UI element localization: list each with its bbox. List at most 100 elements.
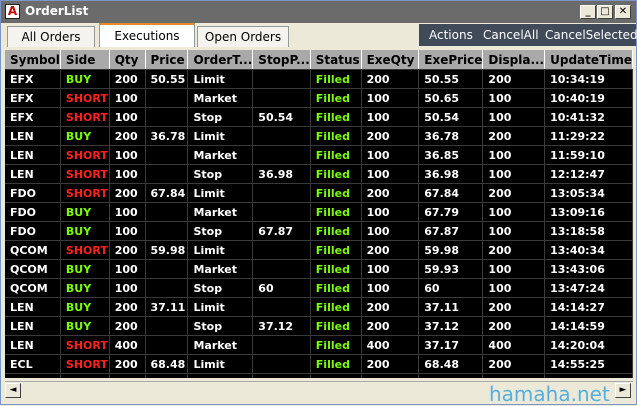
exe-price-cell: 37.12 xyxy=(418,316,484,336)
column-header[interactable]: UpdateTime xyxy=(544,50,633,70)
table-row[interactable]: EFX BUY 200 50.55 Limit Filled 200 50.55 200 10:3… xyxy=(5,69,633,89)
table-row[interactable]: LEN SHORT 100 Stop 36.98 Filled 100 36.98 100 12:… xyxy=(5,164,633,184)
stop-price-cell xyxy=(252,259,311,279)
tab-executions[interactable]: Executions xyxy=(99,23,195,47)
column-header[interactable]: ExePrice xyxy=(418,50,484,70)
tab-open-orders[interactable]: Open Orders xyxy=(197,26,289,47)
order-type-cell: Limit xyxy=(187,354,254,374)
status-cell: Filled xyxy=(310,183,362,203)
exe-price-cell: 37.11 xyxy=(418,297,484,317)
stop-price-cell xyxy=(252,297,311,317)
column-header[interactable]: Qty xyxy=(109,50,146,70)
exe-price-cell: 36.85 xyxy=(418,145,484,165)
column-header[interactable]: Price xyxy=(145,50,189,70)
exe-price-cell: 50.65 xyxy=(418,88,484,108)
column-header[interactable]: StopP... xyxy=(252,50,311,70)
table-row[interactable]: QCOM BUY 100 Market Filled 100 59.93 100 13:43:0… xyxy=(5,259,633,279)
order-type-cell: Limit xyxy=(187,126,254,146)
exe-price-cell: 67.87 xyxy=(418,221,484,241)
title-bar[interactable]: A OrderList _ □ ✕ xyxy=(1,1,636,23)
table-row[interactable]: FDO BUY 100 Market Filled 100 67.79 100 13:09:16 xyxy=(5,202,633,222)
table-header-row: Symbol Side Qty Price OrderT... StopP... Statu… xyxy=(5,50,633,70)
symbol-cell: LEN xyxy=(5,316,61,336)
table-row[interactable]: ECLBUY200Stop68.53Filled20068.5320015:06… xyxy=(5,373,633,378)
status-cell: Filled xyxy=(310,259,362,279)
column-header[interactable]: ExeQty xyxy=(361,50,420,70)
exe-qty-cell: 200 xyxy=(361,240,420,260)
table-row[interactable]: ECL SHORT 200 68.48 Limit Filled 200 68.48 200 14… xyxy=(5,354,633,374)
maximize-button[interactable]: □ xyxy=(597,5,613,19)
cancel-selected-button[interactable]: CancelSelected xyxy=(545,28,637,42)
executions-table: Symbol Side Qty Price OrderT... StopP... Statu… xyxy=(5,50,633,378)
exe-qty-cell: 100 xyxy=(361,278,420,298)
price-cell: 50.55 xyxy=(145,69,189,89)
executions-grid: Symbol Side Qty Price OrderT... StopP... Statu… xyxy=(5,50,633,378)
symbol-cell: EFX xyxy=(5,88,61,108)
table-row[interactable]: LEN BUY 200 36.78 Limit Filled 200 36.78 200 11:2… xyxy=(5,126,633,146)
qty-cell: 100 xyxy=(109,107,146,127)
update-time-cell: 13:43:06 xyxy=(544,259,633,279)
status-cell: Filled xyxy=(310,278,362,298)
column-header[interactable]: OrderT... xyxy=(187,50,254,70)
table-row[interactable]: EFX SHORT 100 Market Filled 100 50.65 100 10:40:… xyxy=(5,88,633,108)
exe-price-cell: 36.98 xyxy=(418,164,484,184)
display-cell: 400 xyxy=(482,335,546,355)
symbol-cell: ECL xyxy=(5,373,61,378)
table-row[interactable]: EFX SHORT 100 Stop 50.54 Filled 100 50.54 100 10:… xyxy=(5,107,633,127)
table-row[interactable]: LEN SHORT 100 Market Filled 100 36.85 100 11:59:… xyxy=(5,145,633,165)
table-row[interactable]: FDO SHORT 200 67.84 Limit Filled 200 67.84 200 13… xyxy=(5,183,633,203)
status-cell: Filled xyxy=(310,316,362,336)
exe-qty-cell: 200 xyxy=(361,69,420,89)
symbol-cell: FDO xyxy=(5,183,61,203)
order-type-cell: Stop xyxy=(187,316,254,336)
exe-qty-cell: 100 xyxy=(361,145,420,165)
side-cell: SHORT xyxy=(60,107,110,127)
exe-price-cell: 36.78 xyxy=(418,126,484,146)
update-time-cell: 13:47:24 xyxy=(544,278,633,298)
symbol-cell: ECL xyxy=(5,354,61,374)
scroll-left-icon[interactable]: ◄ xyxy=(5,383,21,398)
display-cell: 100 xyxy=(482,88,546,108)
status-cell: Filled xyxy=(310,240,362,260)
stop-price-cell xyxy=(252,354,311,374)
stop-price-cell xyxy=(252,145,311,165)
table-row[interactable]: QCOM SHORT 200 59.98 Limit Filled 200 59.98 200 1… xyxy=(5,240,633,260)
qty-cell: 200 xyxy=(109,297,146,317)
tab-all-orders[interactable]: All Orders xyxy=(7,26,95,47)
minimize-button[interactable]: _ xyxy=(580,5,596,19)
display-cell: 100 xyxy=(482,202,546,222)
table-row[interactable]: QCOM BUY 100 Stop 60 Filled 100 60 100 13:47:24 xyxy=(5,278,633,298)
qty-cell: 200 xyxy=(109,183,146,203)
column-header[interactable]: Status xyxy=(310,50,362,70)
status-cell: Filled xyxy=(310,88,362,108)
actions-button[interactable]: Actions xyxy=(429,28,473,42)
close-button[interactable]: ✕ xyxy=(615,5,631,19)
symbol-cell: QCOM xyxy=(5,278,61,298)
column-header[interactable]: Symbol xyxy=(5,50,61,70)
table-row[interactable]: LEN BUY 200 Stop 37.12 Filled 200 37.12 200 14:14… xyxy=(5,316,633,336)
table-row[interactable]: LEN BUY 200 37.11 Limit Filled 200 37.11 200 14:1… xyxy=(5,297,633,317)
table-row[interactable]: FDO BUY 100 Stop 67.87 Filled 100 67.87 100 13:18… xyxy=(5,221,633,241)
price-cell: 67.84 xyxy=(145,183,189,203)
stop-price-cell: 37.12 xyxy=(252,316,311,336)
update-time-cell: 10:34:19 xyxy=(544,69,633,89)
exe-price-cell: 37.17 xyxy=(418,335,484,355)
qty-cell: 400 xyxy=(109,335,146,355)
update-time-cell: 14:20:04 xyxy=(544,335,633,355)
cancel-all-button[interactable]: CancelAll xyxy=(483,28,539,42)
qty-cell: 200 xyxy=(109,373,146,378)
side-cell: SHORT xyxy=(60,240,110,260)
column-header[interactable]: Displa... xyxy=(482,50,546,70)
display-cell: 200 xyxy=(482,69,546,89)
display-cell: 100 xyxy=(482,278,546,298)
order-type-cell: Limit xyxy=(187,297,254,317)
symbol-cell: LEN xyxy=(5,297,61,317)
table-row[interactable]: LEN SHORT 400 Market Filled 400 37.17 400 14:20:… xyxy=(5,335,633,355)
display-cell: 100 xyxy=(482,107,546,127)
column-header[interactable]: Side xyxy=(60,50,110,70)
side-cell: BUY xyxy=(60,126,110,146)
side-cell: BUY xyxy=(60,373,110,378)
scroll-right-icon[interactable]: ► xyxy=(615,383,631,398)
stop-price-cell xyxy=(252,69,311,89)
exe-price-cell: 60 xyxy=(418,278,484,298)
